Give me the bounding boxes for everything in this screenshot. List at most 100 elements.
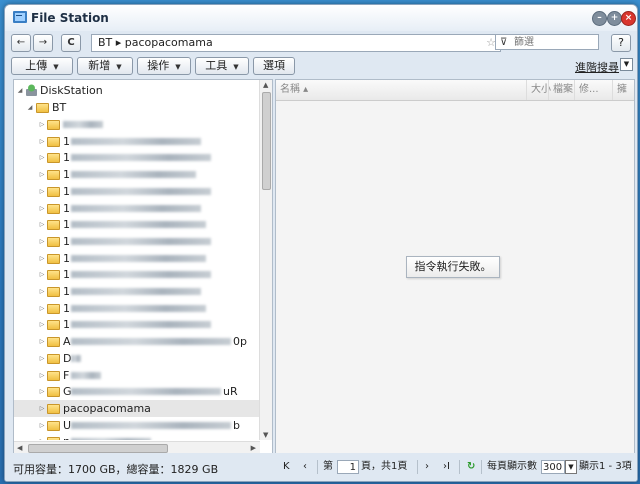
column-type[interactable]: 檔案 xyxy=(548,80,573,100)
folder-icon xyxy=(47,437,60,440)
first-page-icon[interactable]: K xyxy=(283,459,290,475)
action-button[interactable]: 操作 ▼ xyxy=(137,57,191,75)
tree-node-folder[interactable]: ▷ F xyxy=(14,367,260,384)
tree-node-folder[interactable]: ▷ 1 xyxy=(14,200,260,217)
minimize-icon[interactable]: – xyxy=(592,11,607,26)
file-station-icon xyxy=(13,11,27,23)
tree-node-folder[interactable]: ▷ 1 xyxy=(14,266,260,283)
collapse-triangle-icon[interactable]: ▷ xyxy=(38,266,46,283)
tree-node-folder[interactable]: ▷ 1 xyxy=(14,183,260,200)
tree-node-folder[interactable]: ▷ Ub xyxy=(14,417,260,434)
next-page-icon[interactable]: › xyxy=(425,459,429,475)
back-button[interactable]: ← xyxy=(11,34,31,52)
refresh-button[interactable]: C xyxy=(61,34,81,52)
column-name[interactable]: 名稱 ▴ xyxy=(276,80,525,100)
file-list-panel: 名稱 ▴ 大小 檔案 修... 擁 指令執行失敗。 xyxy=(275,79,635,455)
collapse-triangle-icon[interactable]: ▷ xyxy=(38,216,46,233)
collapse-triangle-icon[interactable]: ▷ xyxy=(38,300,46,317)
advanced-search-link[interactable]: 進階搜尋 xyxy=(575,59,619,75)
tree-node-folder[interactable]: ▷ D xyxy=(14,350,260,367)
tree-node-folder[interactable]: ▷ 1 xyxy=(14,216,260,233)
tree-node-folder[interactable]: ▷ 1 xyxy=(14,250,260,267)
collapse-triangle-icon[interactable]: ▷ xyxy=(38,149,46,166)
collapse-triangle-icon[interactable]: ▷ xyxy=(38,183,46,200)
separator xyxy=(317,460,318,474)
tree-node-folder[interactable]: ▷ 1 xyxy=(14,166,260,183)
tree-node-folder[interactable]: ▷n xyxy=(14,433,260,440)
page-number-input[interactable]: 1 xyxy=(337,460,359,474)
collapse-triangle-icon[interactable]: ▷ xyxy=(38,166,46,183)
tree-node-label: U xyxy=(63,418,72,432)
tree-horizontal-scroll-thumb[interactable] xyxy=(28,444,168,453)
maximize-icon[interactable]: + xyxy=(607,11,622,26)
collapse-triangle-icon[interactable]: ▷ xyxy=(38,316,46,333)
column-modified[interactable]: 修... xyxy=(574,80,599,100)
collapse-triangle-icon[interactable]: ▷ xyxy=(38,233,46,250)
filter-icon: ⊽ xyxy=(500,37,508,48)
tree-node-folder[interactable]: ▷ 1 xyxy=(14,133,260,150)
collapse-triangle-icon[interactable]: ▷ xyxy=(38,367,46,384)
file-station-window: File Station – + × ← → C BT ▸ pacopacoma… xyxy=(4,4,638,482)
separator xyxy=(417,460,418,474)
tree-node-root[interactable]: ◢ DiskStation xyxy=(14,82,260,99)
collapse-triangle-icon[interactable]: ▷ xyxy=(38,417,46,434)
tree-node-folder[interactable]: ▷ 1 xyxy=(14,233,260,250)
tree-vertical-scroll-thumb[interactable] xyxy=(262,92,271,190)
expand-triangle-icon[interactable]: ◢ xyxy=(16,82,24,99)
tree-node-bt[interactable]: ◢ BT xyxy=(14,99,260,116)
upload-button[interactable]: 上傳 ▼ xyxy=(11,57,73,75)
per-page-select[interactable]: 300 xyxy=(541,460,565,474)
forward-button[interactable]: → xyxy=(33,34,53,52)
tree-node-folder[interactable]: ▷ GuR xyxy=(14,383,260,400)
tree-node-folder[interactable]: ▷ 1 xyxy=(14,316,260,333)
tree-vertical-scrollbar[interactable]: ▲ ▼ xyxy=(259,80,272,440)
tools-button[interactable]: 工具 ▼ xyxy=(195,57,249,75)
collapse-triangle-icon[interactable]: ▷ xyxy=(38,116,46,133)
collapse-triangle-icon[interactable]: ▷ xyxy=(38,383,46,400)
previous-page-icon[interactable]: ‹ xyxy=(303,459,307,475)
tree-node-folder[interactable]: ▷ 1 xyxy=(14,300,260,317)
scroll-down-icon[interactable]: ▼ xyxy=(263,431,268,439)
scroll-left-icon[interactable]: ◀ xyxy=(17,444,22,452)
tree-node-folder[interactable]: ▷ 1 xyxy=(14,283,260,300)
collapse-triangle-icon[interactable]: ▷ xyxy=(38,350,46,367)
scroll-up-icon[interactable]: ▲ xyxy=(263,81,268,89)
collapse-triangle-icon[interactable]: ▷ xyxy=(38,433,46,440)
folder-icon xyxy=(47,120,60,130)
tree-node-label: 1 xyxy=(63,151,70,165)
collapse-triangle-icon[interactable]: ▷ xyxy=(38,200,46,217)
close-icon[interactable]: × xyxy=(621,11,636,26)
path-bar[interactable]: BT ▸ pacopacomama ☆ xyxy=(91,34,501,52)
create-button[interactable]: 新增 ▼ xyxy=(77,57,133,75)
collapse-triangle-icon[interactable]: ▷ xyxy=(38,250,46,267)
folder-icon xyxy=(47,136,60,147)
collapse-triangle-icon[interactable]: ▷ xyxy=(38,400,46,417)
last-page-icon[interactable]: ›I xyxy=(443,459,450,475)
settings-button[interactable]: 選項 xyxy=(253,57,295,75)
scroll-right-icon[interactable]: ▶ xyxy=(251,444,256,452)
refresh-icon[interactable]: ↻ xyxy=(467,459,475,475)
collapse-triangle-icon[interactable]: ▷ xyxy=(38,333,46,350)
tree-node-label: 1 xyxy=(63,234,70,248)
filter-input[interactable]: ⊽ 篩選 xyxy=(495,34,599,50)
action-label: 操作 xyxy=(147,59,170,72)
collapse-triangle-icon[interactable]: ▷ xyxy=(38,283,46,300)
display-range: 顯示1 - 3項 xyxy=(579,461,632,472)
tree-node-folder[interactable]: ▷ xyxy=(14,116,260,133)
folder-icon xyxy=(47,370,60,381)
expand-triangle-icon[interactable]: ◢ xyxy=(26,99,34,116)
collapse-chevron-icon[interactable]: ▼ xyxy=(620,58,633,71)
column-extra[interactable]: 擁 xyxy=(612,80,627,100)
tree-node-folder[interactable]: ▷ 1 xyxy=(14,149,260,166)
chevron-down-icon[interactable]: ▼ xyxy=(565,460,577,474)
tree-node-folder[interactable]: ▷ pacopacomama xyxy=(14,399,260,417)
folder-icon xyxy=(47,353,60,364)
tree-node-label-tail: 0p xyxy=(233,335,247,349)
tree-node-folder[interactable]: ▷ A 0p xyxy=(14,333,260,350)
redacted-name xyxy=(71,154,211,162)
help-button[interactable]: ? xyxy=(611,34,631,52)
folder-icon xyxy=(47,337,60,348)
collapse-triangle-icon[interactable]: ▷ xyxy=(38,133,46,150)
tree-node-label: 1 xyxy=(63,301,70,315)
redacted-name xyxy=(71,438,151,440)
